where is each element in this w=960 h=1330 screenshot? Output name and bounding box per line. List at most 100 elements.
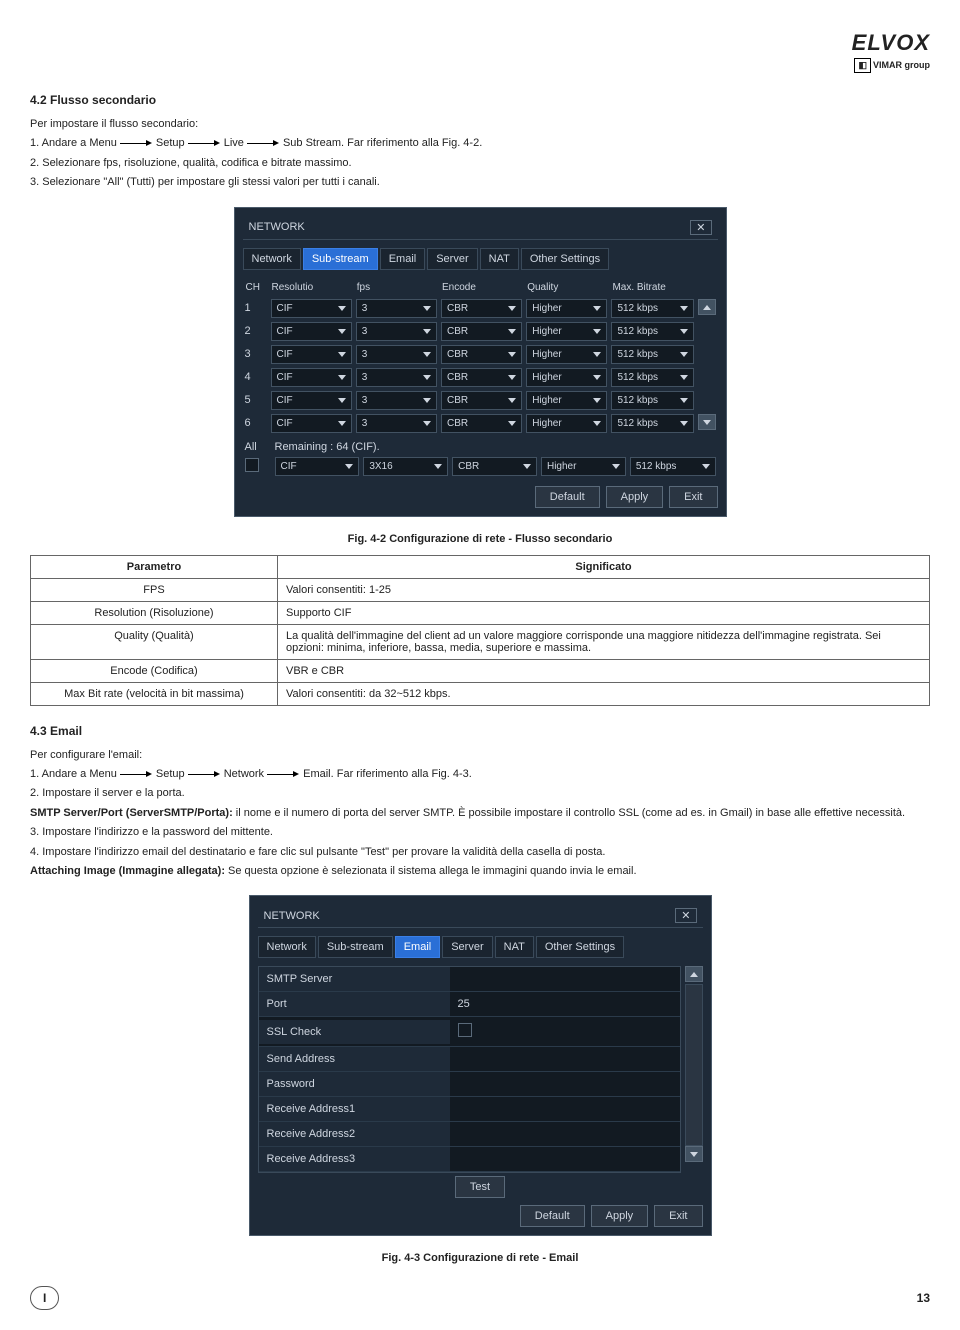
chevron-down-icon bbox=[423, 352, 431, 357]
resolution-select[interactable]: CIF bbox=[271, 345, 352, 364]
exit-button[interactable]: Exit bbox=[669, 486, 717, 508]
sec42-intro: Per impostare il flusso secondario: bbox=[30, 117, 930, 132]
tab-other-settings[interactable]: Other Settings bbox=[521, 248, 609, 270]
encode-select[interactable]: CBR bbox=[441, 414, 522, 433]
chevron-down-icon bbox=[680, 398, 688, 403]
chevron-down-icon bbox=[593, 421, 601, 426]
quality-select[interactable]: Higher bbox=[526, 299, 607, 318]
arrow-icon bbox=[267, 774, 297, 775]
fps-select[interactable]: 3 bbox=[356, 322, 437, 341]
page-number: 13 bbox=[917, 1291, 930, 1305]
arrow-icon bbox=[247, 143, 277, 144]
apply-button[interactable]: Apply bbox=[606, 486, 664, 508]
fps-select[interactable]: 3 bbox=[356, 345, 437, 364]
fig-42-caption: Fig. 4-2 Configurazione di rete - Flusso… bbox=[30, 533, 930, 545]
tab-nat[interactable]: NAT bbox=[495, 936, 534, 958]
chevron-down-icon bbox=[680, 352, 688, 357]
bitrate-select[interactable]: 512 kbps bbox=[611, 299, 693, 318]
encode-select[interactable]: CBR bbox=[441, 391, 522, 410]
brand-sub: ◧VIMAR group bbox=[30, 58, 930, 73]
encode-select[interactable]: CBR bbox=[441, 299, 522, 318]
sec42-step1: 1. Andare a Menu Setup Live Sub Stream. … bbox=[30, 136, 930, 151]
tab-network[interactable]: Network bbox=[258, 936, 316, 958]
form-row: Receive Address3 bbox=[259, 1147, 680, 1172]
chevron-down-icon bbox=[338, 375, 346, 380]
quality-select[interactable]: Higher bbox=[526, 345, 607, 364]
brand: ELVOX ◧VIMAR group bbox=[30, 30, 930, 73]
resolution-select[interactable]: CIF bbox=[271, 368, 352, 387]
bitrate-select[interactable]: 512 kbps bbox=[611, 391, 693, 410]
chevron-down-icon bbox=[680, 306, 688, 311]
resolution-select[interactable]: CIF bbox=[271, 322, 352, 341]
scroll-up-icon[interactable] bbox=[685, 966, 703, 982]
chevron-down-icon bbox=[338, 421, 346, 426]
tab-email[interactable]: Email bbox=[380, 248, 426, 270]
quality-select[interactable]: Higher bbox=[541, 457, 626, 476]
tab-sub-stream[interactable]: Sub-stream bbox=[303, 248, 378, 270]
tab-server[interactable]: Server bbox=[442, 936, 492, 958]
fps-select[interactable]: 3 bbox=[356, 391, 437, 410]
resolution-select[interactable]: CIF bbox=[275, 457, 360, 476]
arrow-icon bbox=[188, 143, 218, 144]
all-checkbox[interactable] bbox=[245, 458, 259, 472]
encode-select[interactable]: CBR bbox=[441, 368, 522, 387]
dvr-title: NETWORK bbox=[264, 910, 320, 922]
sec43-attach: Attaching Image (Immagine allegata): Se … bbox=[30, 864, 930, 879]
chevron-down-icon bbox=[338, 329, 346, 334]
bitrate-select[interactable]: 512 kbps bbox=[611, 414, 693, 433]
sec42-step2: 2. Selezionare fps, risoluzione, qualità… bbox=[30, 156, 930, 171]
sec43-step1: 1. Andare a Menu Setup Network Email. Fa… bbox=[30, 767, 930, 782]
scroll-down-icon[interactable] bbox=[698, 414, 716, 430]
close-icon[interactable]: ✕ bbox=[675, 908, 696, 923]
tab-nat[interactable]: NAT bbox=[480, 248, 519, 270]
fps-select[interactable]: 3 bbox=[356, 414, 437, 433]
form-row: Receive Address2 bbox=[259, 1122, 680, 1147]
scroll-down-icon[interactable] bbox=[685, 1146, 703, 1162]
scroll-up-icon[interactable] bbox=[698, 299, 716, 315]
close-icon[interactable]: ✕ bbox=[690, 220, 711, 235]
chevron-down-icon bbox=[338, 306, 346, 311]
encode-select[interactable]: CBR bbox=[452, 457, 537, 476]
encode-select[interactable]: CBR bbox=[441, 322, 522, 341]
ssl-checkbox[interactable] bbox=[458, 1023, 472, 1037]
chevron-down-icon bbox=[423, 375, 431, 380]
tab-other-settings[interactable]: Other Settings bbox=[536, 936, 624, 958]
port-input[interactable]: 25 bbox=[458, 998, 470, 1010]
bitrate-select[interactable]: 512 kbps bbox=[611, 322, 693, 341]
tab-email[interactable]: Email bbox=[395, 936, 441, 958]
test-button[interactable]: Test bbox=[455, 1176, 505, 1198]
resolution-select[interactable]: CIF bbox=[271, 391, 352, 410]
table-row: 3 CIF 3 CBR Higher 512 kbps bbox=[243, 343, 718, 366]
chevron-down-icon bbox=[680, 375, 688, 380]
quality-select[interactable]: Higher bbox=[526, 322, 607, 341]
arrow-icon bbox=[120, 143, 150, 144]
tab-server[interactable]: Server bbox=[427, 248, 477, 270]
apply-button[interactable]: Apply bbox=[591, 1205, 649, 1227]
default-button[interactable]: Default bbox=[520, 1205, 585, 1227]
bitrate-select[interactable]: 512 kbps bbox=[630, 457, 716, 476]
chevron-down-icon bbox=[508, 306, 516, 311]
chevron-down-icon bbox=[423, 329, 431, 334]
fps-select[interactable]: 3X16 bbox=[363, 457, 448, 476]
table-row: 6 CIF 3 CBR Higher 512 kbps bbox=[243, 412, 718, 435]
fps-select[interactable]: 3 bbox=[356, 368, 437, 387]
chevron-down-icon bbox=[338, 398, 346, 403]
bitrate-select[interactable]: 512 kbps bbox=[611, 368, 693, 387]
default-button[interactable]: Default bbox=[535, 486, 600, 508]
tab-network[interactable]: Network bbox=[243, 248, 301, 270]
encode-select[interactable]: CBR bbox=[441, 345, 522, 364]
tab-sub-stream[interactable]: Sub-stream bbox=[318, 936, 393, 958]
section-43-heading: 4.3 Email bbox=[30, 724, 930, 738]
quality-select[interactable]: Higher bbox=[526, 391, 607, 410]
quality-select[interactable]: Higher bbox=[526, 414, 607, 433]
quality-select[interactable]: Higher bbox=[526, 368, 607, 387]
page-footer: I 13 bbox=[30, 1286, 930, 1310]
resolution-select[interactable]: CIF bbox=[271, 299, 352, 318]
exit-button[interactable]: Exit bbox=[654, 1205, 702, 1227]
form-row: Password bbox=[259, 1072, 680, 1097]
resolution-select[interactable]: CIF bbox=[271, 414, 352, 433]
fps-select[interactable]: 3 bbox=[356, 299, 437, 318]
bitrate-select[interactable]: 512 kbps bbox=[611, 345, 693, 364]
sec43-step3: 3. Impostare l'indirizzo e la password d… bbox=[30, 825, 930, 840]
brand-main: ELVOX bbox=[30, 30, 930, 56]
